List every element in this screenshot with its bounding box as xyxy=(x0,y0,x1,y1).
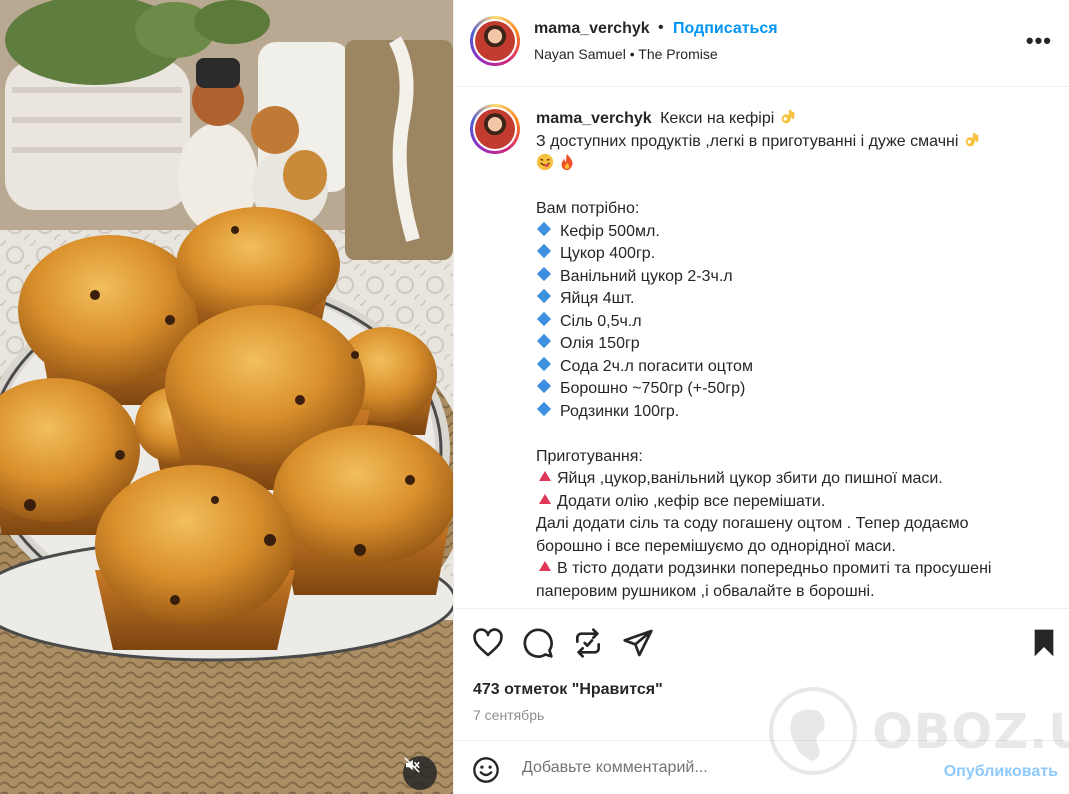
bullet-diamond-icon xyxy=(536,401,552,416)
bullet-triangle-icon xyxy=(539,493,551,504)
ok-hand-emoji-icon xyxy=(781,109,795,124)
audio-track: The Promise xyxy=(638,46,718,62)
ingredient-item: Олія 150гр xyxy=(560,335,640,352)
mute-button[interactable] xyxy=(403,756,437,790)
bullet-diamond-icon xyxy=(536,311,552,326)
post-panel: mama_verchyk • Подписаться Nayan Samuel … xyxy=(453,0,1069,794)
caption-username[interactable]: mama_verchyk xyxy=(536,110,652,127)
step-text: Яйця ,цукор,ванільний цукор збити до пиш… xyxy=(557,470,943,487)
more-icon[interactable]: ••• xyxy=(1026,28,1052,54)
caption-text: mama_verchyk Кекси на кефірі З доступних… xyxy=(536,108,1036,603)
bullet-diamond-icon xyxy=(536,356,552,371)
ingredients-heading: Вам потрібно: xyxy=(536,200,640,217)
step-text: В тісто додати родзинки попередньо проми… xyxy=(557,560,992,577)
bullet-diamond-icon xyxy=(536,243,552,259)
comment-input[interactable] xyxy=(522,755,922,781)
post-comment-button[interactable]: Опубликовать xyxy=(944,763,1058,781)
ok-hand-emoji-icon xyxy=(965,132,979,146)
fire-emoji-icon xyxy=(562,153,574,171)
ingredient-item: Кефір 500мл. xyxy=(560,222,660,240)
step-text: Додати олію ,кефір все перемішати. xyxy=(557,492,826,510)
bullet-triangle-icon xyxy=(539,561,551,571)
ingredient-item: Цукор 400гр. xyxy=(560,245,656,262)
preparation-heading: Приготування: xyxy=(536,447,643,465)
audio-info[interactable]: Nayan Samuel • The Promise xyxy=(534,46,718,62)
bullet-diamond-icon xyxy=(536,288,552,304)
bullet-diamond-icon xyxy=(536,266,552,281)
step-text: Далі додати сіль та соду погашену оцтом … xyxy=(536,515,969,532)
bullet-diamond-icon xyxy=(536,378,552,394)
bullet-diamond-icon xyxy=(536,221,552,236)
ingredient-item: Сіль 0,5ч.л xyxy=(560,312,642,330)
post-media[interactable] xyxy=(0,0,453,794)
ingredient-item: Родзинки 100гр. xyxy=(560,402,680,420)
caption-avatar[interactable] xyxy=(470,104,520,154)
bullet-diamond-icon xyxy=(536,333,552,349)
mute-icon xyxy=(404,757,420,773)
ingredient-item: Ванільний цукор 2-3ч.л xyxy=(560,267,733,285)
post-date: 7 сентябрь xyxy=(473,707,545,723)
caption-title: Кекси на кефірі xyxy=(660,110,775,127)
separator-dot: • xyxy=(658,19,664,36)
caption-area: mama_verchyk Кекси на кефірі З доступних… xyxy=(454,88,1069,608)
comment-icon[interactable] xyxy=(522,627,554,659)
post-actions: 473 отметок "Нравится" 7 сентябрь xyxy=(454,608,1069,740)
username-link[interactable]: mama_verchyk xyxy=(534,20,650,38)
ingredient-item: Сода 2ч.л погасити оцтом xyxy=(560,357,753,375)
emoji-icon[interactable] xyxy=(472,756,500,784)
bookmark-icon[interactable] xyxy=(1028,627,1060,659)
caption-intro: З доступних продуктів ,легкі в приготува… xyxy=(536,132,959,150)
separator-dot: • xyxy=(629,46,635,62)
follow-button[interactable]: Подписаться xyxy=(673,20,778,38)
heart-icon[interactable] xyxy=(472,627,504,659)
muffins-photo xyxy=(0,0,453,794)
step-text: паперовим рушником ,і обвалайте в борошн… xyxy=(536,582,875,600)
repost-icon[interactable] xyxy=(572,627,604,659)
comment-bar: Опубликовать xyxy=(454,740,1069,794)
bullet-triangle-icon xyxy=(539,471,551,481)
ingredient-item: Яйця 4шт. xyxy=(560,290,635,307)
post-header: mama_verchyk • Подписаться Nayan Samuel … xyxy=(454,0,1069,87)
share-icon[interactable] xyxy=(622,627,654,659)
step-text: борошно і все перемішуємо до однорідної … xyxy=(536,537,896,555)
avatar[interactable] xyxy=(470,16,520,66)
ingredient-item: Борошно ~750гр (+-50гр) xyxy=(560,380,746,397)
likes-count[interactable]: 473 отметок "Нравится" xyxy=(473,681,663,699)
audio-artist: Nayan Samuel xyxy=(534,46,626,62)
yum-emoji-icon xyxy=(536,153,554,171)
